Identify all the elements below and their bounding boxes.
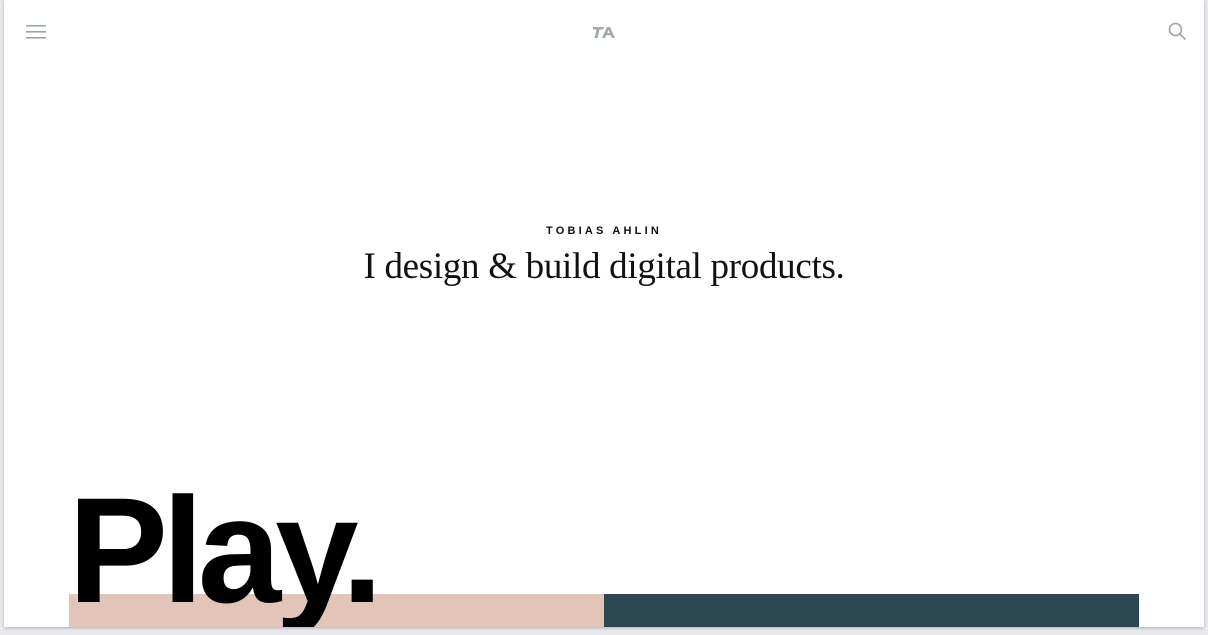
search-icon[interactable] — [1168, 22, 1186, 40]
browser-viewport: TOBIAS AHLIN I design & build digital pr… — [4, 0, 1204, 627]
search-button[interactable] — [1168, 22, 1186, 40]
project-card-dark[interactable] — [604, 594, 1139, 627]
logo-link[interactable] — [593, 26, 615, 40]
author-name: TOBIAS AHLIN — [545, 225, 662, 237]
hero-section: TOBIAS AHLIN I design & build digital pr… — [4, 224, 1204, 289]
menu-button[interactable] — [26, 25, 46, 39]
play-section-heading: Play. — [68, 466, 383, 627]
hero-tagline: I design & build digital products. — [363, 246, 845, 287]
ta-monogram-logo-icon[interactable] — [593, 26, 615, 40]
hamburger-menu-icon[interactable] — [26, 25, 46, 39]
